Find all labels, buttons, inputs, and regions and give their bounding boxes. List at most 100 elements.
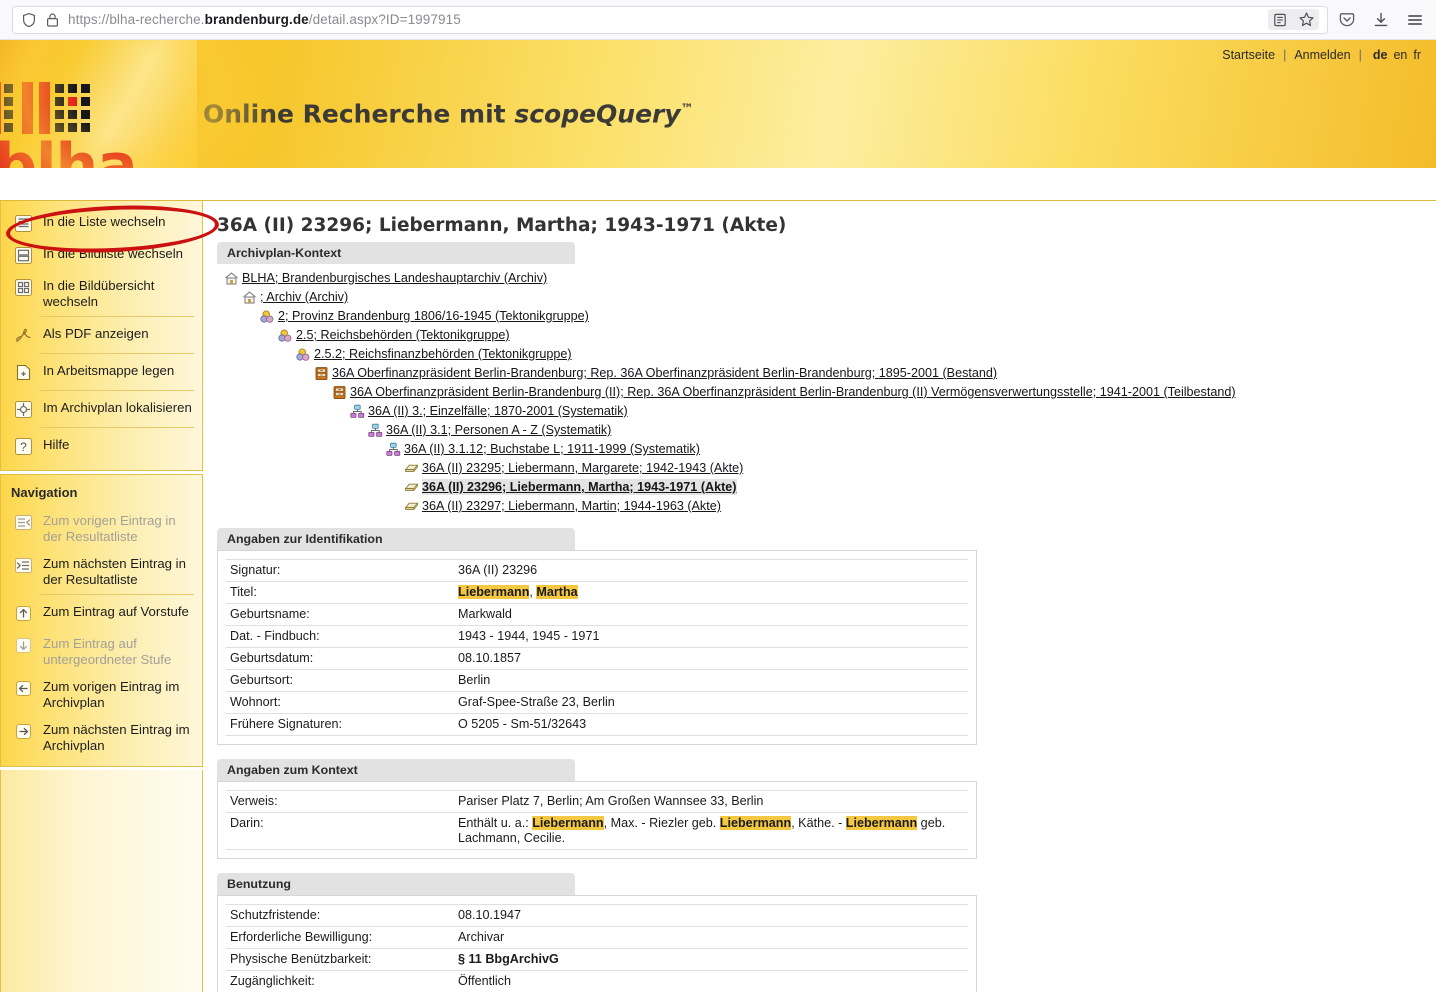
navigation-heading: Navigation <box>11 485 78 500</box>
sidebar-item-label: In die Liste wechseln <box>43 214 166 229</box>
divider <box>39 390 194 391</box>
url-text[interactable]: https://blha-recherche.brandenburg.de/de… <box>68 12 461 27</box>
sidebar-item-hilfe[interactable]: ? Hilfe <box>1 430 202 462</box>
sidebar-spacer-panel <box>0 770 203 992</box>
nav-item-label: Zum vorigen Eintrag in der Resultatliste <box>43 513 176 544</box>
archivplan-node[interactable]: 36A (II) 23297; Liebermann, Martin; 1944… <box>403 498 1436 514</box>
archivplan-node[interactable]: 36A (II) 3.1; Personen A - Z (Systematik… <box>367 422 1436 438</box>
address-bar[interactable]: https://blha-recherche.brandenburg.de/de… <box>12 5 1328 34</box>
blha-logo[interactable]: blha <box>0 40 197 168</box>
archivplan-node-link[interactable]: 36A (II) 23296; Liebermann, Martha; 1943… <box>422 479 737 495</box>
archivplan-node[interactable]: 36A (II) 23295; Liebermann, Margarete; 1… <box>403 460 1436 476</box>
sidebar-item-als-pdf-anzeigen[interactable]: Als PDF anzeigen <box>1 319 202 351</box>
help-question-icon: ? <box>11 435 35 457</box>
page-title: Online Recherche mit scopeQuery™ <box>203 99 694 129</box>
archivplan-node[interactable]: BLHA; Brandenburgisches Landeshauptarchi… <box>223 270 1436 286</box>
sidebar-navigation-panel: Navigation Zum vorigen Eintrag in der Re… <box>0 474 203 767</box>
detail-block: Benutzung Schutzfristende: 08.10.1947 Erfor… <box>217 873 977 992</box>
reader-mode-icon[interactable] <box>1272 12 1288 28</box>
lang-de-link[interactable]: de <box>1373 48 1388 62</box>
nav-item-untergeordnete-stufe[interactable]: Zum Eintrag auf untergeordneter Stufe <box>1 629 202 672</box>
shield-icon[interactable] <box>21 12 37 28</box>
nav-item-vorstufe[interactable]: Zum Eintrag auf Vorstufe <box>1 597 202 629</box>
row-value: 08.10.1947 <box>458 908 522 922</box>
table-row: Physische Benützbarkeit: § 11 BbgArchivG <box>226 949 968 971</box>
archivplan-node-link[interactable]: 36A Oberfinanzpräsident Berlin-Brandenbu… <box>332 365 997 381</box>
divider <box>39 427 194 428</box>
hamburger-menu-icon[interactable] <box>1406 11 1424 29</box>
archivplan-node-link[interactable]: 36A Oberfinanzpräsident Berlin-Brandenbu… <box>350 384 1236 400</box>
archivplan-node-current[interactable]: 36A (II) 23296; Liebermann, Martha; 1943… <box>403 479 1436 495</box>
row-label: Geburtsdatum: <box>230 651 314 665</box>
sidebar-item-in-die-liste-wechseln[interactable]: In die Liste wechseln <box>1 207 202 239</box>
akte-icon <box>403 479 419 495</box>
archivplan-node-link[interactable]: 36A (II) 23297; Liebermann, Martin; 1944… <box>422 498 721 514</box>
nav-item-label: Zum vorigen Eintrag im Archivplan <box>43 679 180 710</box>
table-row: Wohnort: Graf-Spee-Straße 23, Berlin <box>226 692 968 714</box>
sidebar-item-in-die-bilduebersicht-wechseln[interactable]: In die Bildübersicht wechseln <box>1 271 202 314</box>
nav-item-label: Zum Eintrag auf Vorstufe <box>43 604 189 619</box>
archivplan-node[interactable]: 2; Provinz Brandenburg 1806/16-1945 (Tek… <box>259 308 1436 324</box>
highlighted-term: Liebermann <box>845 816 918 830</box>
lang-fr-link[interactable]: fr <box>1413 48 1421 62</box>
bookmark-star-icon[interactable] <box>1298 11 1315 28</box>
lock-icon[interactable] <box>45 12 60 28</box>
pocket-icon[interactable] <box>1338 11 1356 29</box>
table-row: Geburtsort: Berlin <box>226 670 968 692</box>
archivplan-node[interactable]: 36A Oberfinanzpräsident Berlin-Brandenbu… <box>331 384 1436 400</box>
nav-item-next-archivplan[interactable]: Zum nächsten Eintrag im Archivplan <box>1 715 202 758</box>
nav-item-prev-result[interactable]: Zum vorigen Eintrag in der Resultatliste <box>1 506 202 549</box>
row-value: 1943 - 1944, 1945 - 1971 <box>458 629 600 643</box>
archivplan-node[interactable]: 2.5; Reichsbehörden (Tektonikgruppe) <box>277 327 1436 343</box>
archivplan-node[interactable]: 36A (II) 3.1.12; Buchstabe L; 1911-1999 … <box>385 441 1436 457</box>
next-result-icon <box>11 554 35 576</box>
sidebar-item-in-arbeitsmappe-legen[interactable]: In Arbeitsmappe legen <box>1 356 202 388</box>
archivplan-node-link[interactable]: 36A (II) 23295; Liebermann, Margarete; 1… <box>422 460 743 476</box>
highlighted-term: Martha <box>536 585 578 599</box>
row-value: Berlin <box>458 673 491 687</box>
tectonic-group-icon <box>277 327 293 343</box>
archivplan-node-link[interactable]: 36A (II) 3.; Einzelfälle; 1870-2001 (Sys… <box>368 403 628 419</box>
row-label: Frühere Signaturen: <box>230 717 343 731</box>
archivplan-node[interactable]: ; Archiv (Archiv) <box>241 289 1436 305</box>
archivplan-node-link[interactable]: BLHA; Brandenburgisches Landeshauptarchi… <box>242 270 547 286</box>
row-value: Pariser Platz 7, Berlin; Am Großen Wanns… <box>458 794 764 808</box>
sidebar: In die Liste wechseln In die Bildliste w… <box>0 201 220 992</box>
table-row: Geburtsname: Markwald <box>226 604 968 626</box>
archivplan-node-link[interactable]: 36A (II) 3.1; Personen A - Z (Systematik… <box>386 422 611 438</box>
nav-item-label: Zum nächsten Eintrag in der Resultatlist… <box>43 556 186 587</box>
table-row: Schutzfristende: 08.10.1947 <box>226 904 968 927</box>
archivplan-node-link[interactable]: 2; Provinz Brandenburg 1806/16-1945 (Tek… <box>278 308 589 324</box>
startseite-link[interactable]: Startseite <box>1222 48 1275 62</box>
archivplan-node[interactable]: 36A (II) 3.; Einzelfälle; 1870-2001 (Sys… <box>349 403 1436 419</box>
home-icon <box>223 270 239 286</box>
archivplan-node-link[interactable]: 2.5.2; Reichsfinanzbehörden (Tektonikgru… <box>314 346 572 362</box>
sidebar-item-label: Hilfe <box>43 437 70 452</box>
nav-item-prev-archivplan[interactable]: Zum vorigen Eintrag im Archivplan <box>1 672 202 715</box>
sidebar-item-im-archivplan-lokalisieren[interactable]: Im Archivplan lokalisieren <box>1 393 202 425</box>
archivplan-heading: Archivplan-Kontext <box>217 242 575 264</box>
image-grid-icon <box>11 276 35 298</box>
nav-item-next-result[interactable]: Zum nächsten Eintrag in der Resultatlist… <box>1 549 202 592</box>
tectonic-group-icon <box>295 346 311 362</box>
archivplan-node-link[interactable]: ; Archiv (Archiv) <box>260 289 348 305</box>
blha-wordmark: blha <box>0 131 138 168</box>
archivplan-node[interactable]: 2.5.2; Reichsfinanzbehörden (Tektonikgru… <box>295 346 1436 362</box>
sidebar-item-label: In die Bildübersicht wechseln <box>43 278 155 309</box>
site-header: blha Startseite | Anmelden | de en fr Online R… <box>0 40 1436 201</box>
main-content: 36A (II) 23296; Liebermann, Martha; 1943… <box>203 201 1436 992</box>
systematik-icon <box>349 403 365 419</box>
nav-item-label: Zum nächsten Eintrag im Archivplan <box>43 722 190 753</box>
table-row: Geburtsdatum: 08.10.1857 <box>226 648 968 670</box>
anmelden-link[interactable]: Anmelden <box>1294 48 1350 62</box>
downloads-icon[interactable] <box>1372 11 1390 29</box>
archivplan-node-link[interactable]: 36A (II) 3.1.12; Buchstabe L; 1911-1999 … <box>404 441 700 457</box>
sidebar-item-in-die-bildliste-wechseln[interactable]: In die Bildliste wechseln <box>1 239 202 271</box>
lang-en-link[interactable]: en <box>1393 48 1407 62</box>
row-value: 36A (II) 23296 <box>458 563 538 577</box>
svg-text:?: ? <box>20 440 27 454</box>
archivplan-node[interactable]: 36A Oberfinanzpräsident Berlin-Brandenbu… <box>313 365 1436 381</box>
archivplan-node-link[interactable]: 2.5; Reichsbehörden (Tektonikgruppe) <box>296 327 510 343</box>
archivplan-tree: BLHA; Brandenburgisches Landeshauptarchi… <box>217 264 1436 514</box>
akte-icon <box>403 460 419 476</box>
